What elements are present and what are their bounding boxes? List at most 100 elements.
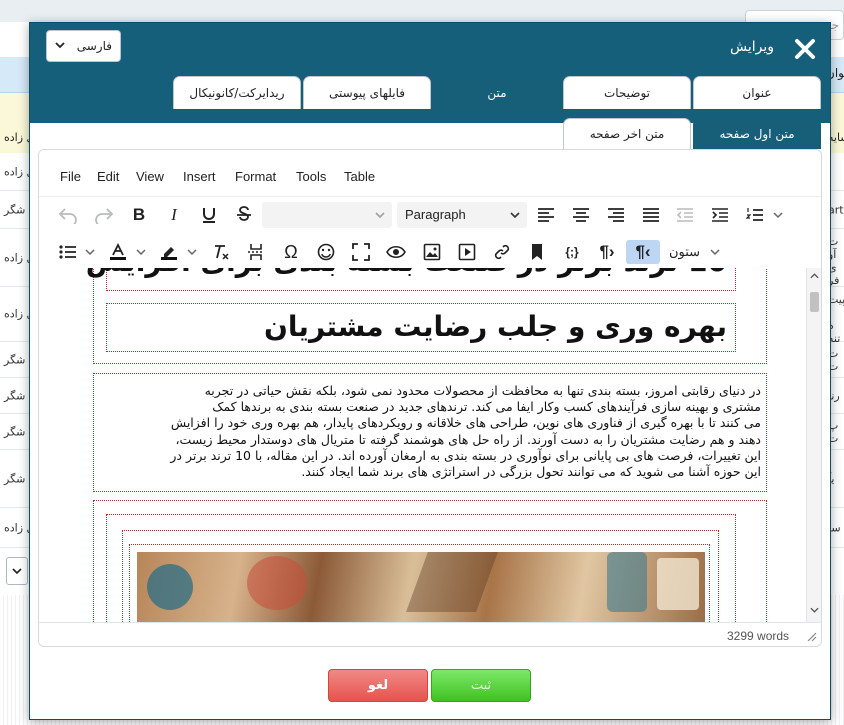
text-color-button[interactable] <box>105 240 131 264</box>
tabs-underline <box>37 109 823 112</box>
numbered-list-icon <box>746 208 763 221</box>
cancel-button[interactable]: لغو <box>328 669 428 702</box>
numbered-list-button[interactable] <box>742 203 768 227</box>
language-select-value: فارسی <box>76 39 112 53</box>
special-character-button[interactable]: Ω <box>278 240 304 264</box>
subtab-bottom-text[interactable]: متن اخر صفحه <box>563 118 691 149</box>
play-video-icon <box>458 243 476 261</box>
save-button[interactable]: ثبت <box>431 669 531 702</box>
indent-icon <box>712 208 728 222</box>
insert-media-button[interactable] <box>454 240 480 264</box>
paragraph-line: مشتری و بهینه سازی فرآیندهای کسب وکار ای… <box>212 399 761 415</box>
tab-description[interactable]: توضیحات <box>563 76 691 109</box>
clear-formatting-icon <box>215 245 229 260</box>
bullet-list-icon <box>59 245 76 259</box>
word-count[interactable]: 3299 words <box>727 629 789 643</box>
close-icon[interactable] <box>794 38 816 60</box>
background-page-size-select[interactable] <box>6 557 28 585</box>
editor-menubar: File Edit View Insert Format Tools Table <box>39 150 821 196</box>
block-format-select[interactable]: Paragraph <box>397 202 527 228</box>
language-select[interactable]: فارسی <box>46 30 121 62</box>
text-color-icon <box>110 243 126 260</box>
page-break-icon <box>248 244 264 260</box>
outdent-icon <box>676 208 693 222</box>
align-left-button[interactable] <box>533 203 559 227</box>
insert-link-button[interactable] <box>489 240 515 264</box>
smiley-icon <box>317 243 335 261</box>
clear-formatting-button[interactable] <box>208 240 234 264</box>
dialog-title: ویرایش <box>729 39 774 55</box>
underline-icon <box>203 208 215 223</box>
underline-button[interactable] <box>196 203 222 227</box>
tab-text[interactable]: متن <box>433 76 561 109</box>
preview-button[interactable] <box>383 240 409 264</box>
highlighter-icon <box>161 247 177 260</box>
bullet-list-button[interactable] <box>55 240 81 264</box>
chevron-down-icon[interactable] <box>772 209 784 221</box>
chevron-down-icon <box>55 42 65 49</box>
background-row-left: شگر <box>4 389 26 402</box>
columns-select[interactable]: ستون <box>663 239 723 265</box>
chevron-down-icon[interactable] <box>135 246 147 258</box>
menu-view[interactable]: View <box>136 169 164 184</box>
sub-tabs: متن اول صفحه متن اخر صفحه <box>37 118 823 149</box>
menu-insert[interactable]: Insert <box>183 169 216 184</box>
chevron-up-icon[interactable] <box>810 272 819 280</box>
italic-icon: I <box>171 205 177 224</box>
chevron-down-icon <box>375 212 385 219</box>
chevron-down-icon[interactable] <box>186 246 198 258</box>
resize-handle-icon[interactable] <box>807 632 817 642</box>
redo-icon <box>95 208 114 224</box>
outdent-button[interactable] <box>672 203 698 227</box>
tab-redirect-canonical[interactable]: ریدایرکت/کانونیکال <box>173 76 301 109</box>
eye-icon <box>386 245 406 259</box>
article-image[interactable] <box>137 552 705 622</box>
insert-image-button[interactable] <box>419 240 445 264</box>
menu-file[interactable]: File <box>60 169 81 184</box>
heading-line-bottom: بهره وری و جلب رضایت مشتریان <box>264 310 727 343</box>
heading-line-top: 10 ترند برتر در صنعت بسته بندی برای افزا… <box>86 268 727 278</box>
undo-button[interactable] <box>55 203 81 227</box>
page-break-button[interactable] <box>243 240 269 264</box>
background-row-left: شگر <box>4 353 26 366</box>
editor-content-area[interactable]: 10 ترند برتر در صنعت بسته بندی برای افزا… <box>39 268 821 622</box>
edit-dialog: فارسی ویرایش عنوان توضیحات متن فایلهای پ… <box>29 22 831 720</box>
tab-title[interactable]: عنوان <box>693 76 821 109</box>
scrollbar-thumb[interactable] <box>810 292 819 312</box>
font-family-select[interactable] <box>262 202 392 228</box>
bold-button[interactable]: B <box>126 203 152 227</box>
rtl-direction-button[interactable]: ¶‹ <box>626 240 660 264</box>
background-topbar <box>0 0 844 22</box>
redo-button[interactable] <box>91 203 117 227</box>
subtab-top-text[interactable]: متن اول صفحه <box>693 118 821 149</box>
emoticons-button[interactable] <box>313 240 339 264</box>
ltr-direction-button[interactable]: ¶› <box>594 240 620 264</box>
heading-block: بهره وری و جلب رضایت مشتریان <box>106 303 736 352</box>
highlight-color-button[interactable] <box>156 240 182 264</box>
image-icon <box>423 243 441 261</box>
undo-icon <box>58 208 77 224</box>
chevron-down-icon[interactable] <box>84 246 96 258</box>
heading-block: 10 ترند برتر در صنعت بسته بندی برای افزا… <box>86 268 736 291</box>
align-right-button[interactable] <box>603 203 629 227</box>
main-tabs: عنوان توضیحات متن فایلهای پیوستی ریدایرک… <box>37 76 823 109</box>
indent-button[interactable] <box>707 203 733 227</box>
strikethrough-button[interactable] <box>231 203 257 227</box>
align-center-button[interactable] <box>568 203 594 227</box>
editor-scrollbar[interactable] <box>806 268 821 622</box>
block-format-value: Paragraph <box>405 207 466 222</box>
menu-format[interactable]: Format <box>235 169 276 184</box>
source-code-button[interactable]: {;} <box>559 240 585 264</box>
paragraph-block: در دنیای رقابتی امروز، بسته بندی تنها به… <box>93 373 767 492</box>
tab-attachments[interactable]: فایلهای پیوستی <box>303 76 431 109</box>
fullscreen-icon <box>352 243 370 261</box>
align-justify-button[interactable] <box>638 203 664 227</box>
fullscreen-button[interactable] <box>348 240 374 264</box>
menu-edit[interactable]: Edit <box>97 169 119 184</box>
menu-table[interactable]: Table <box>344 169 375 184</box>
anchor-button[interactable] <box>524 240 550 264</box>
chevron-down-icon[interactable] <box>810 606 819 614</box>
italic-button[interactable]: I <box>161 203 187 227</box>
paragraph-line: این حوزه آشنا می شوید که می توانند تحول … <box>301 464 761 480</box>
menu-tools[interactable]: Tools <box>296 169 326 184</box>
